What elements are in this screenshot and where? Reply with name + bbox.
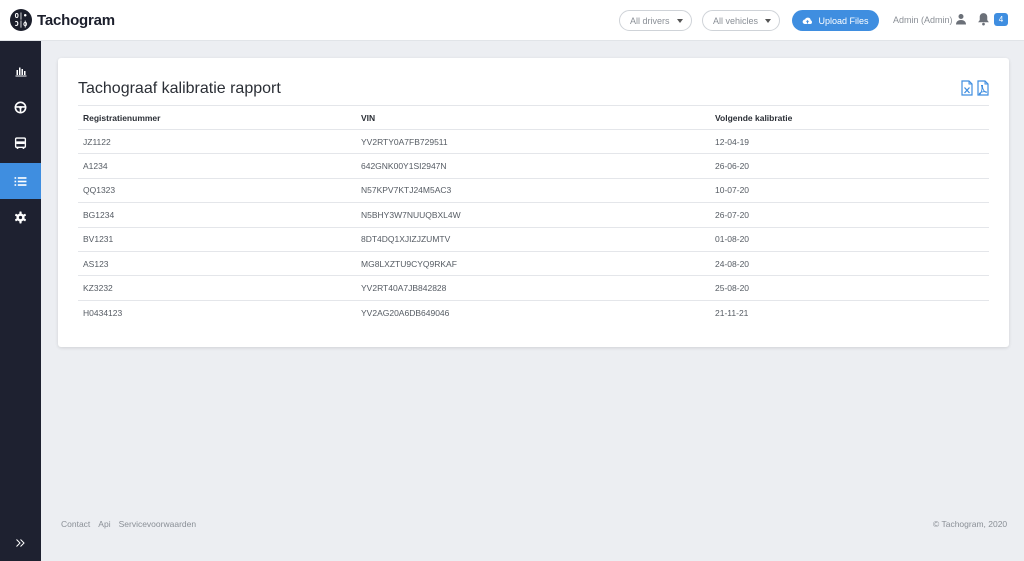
cell-volgende-kalibratie: 24-08-20 xyxy=(710,251,989,277)
cell-vin: 8DT4DQ1XJIZJZUMTV xyxy=(356,227,710,252)
table-header-row: Registratienummer VIN Volgende kalibrati… xyxy=(78,105,989,130)
cell-vin: N57KPV7KTJ24M5AC3 xyxy=(356,178,710,204)
cell-vin: YV2RT40A7JB842828 xyxy=(356,275,710,301)
report-card: Tachograaf kalibratie rapport Registrati… xyxy=(58,58,1009,347)
cell-registratienummer: QQ1323 xyxy=(78,178,356,204)
calibration-table: Registratienummer VIN Volgende kalibrati… xyxy=(78,105,989,325)
cell-volgende-kalibratie: 01-08-20 xyxy=(710,227,989,252)
upload-files-button[interactable]: Upload Files xyxy=(792,10,879,31)
column-header-vin[interactable]: VIN xyxy=(356,105,710,130)
sidebar-item-vehicles[interactable] xyxy=(0,125,41,161)
app-name: Tachogram xyxy=(37,11,115,29)
copyright: © Tachogram, 2020 xyxy=(933,519,1008,529)
cell-volgende-kalibratie: 25-08-20 xyxy=(710,275,989,301)
logo-mark-icon: O|• Ɔ|ф xyxy=(10,9,32,31)
cell-registratienummer: A1234 xyxy=(78,153,356,179)
table-row[interactable]: BV1231 8DT4DQ1XJIZJZUMTV 01-08-20 xyxy=(78,227,989,252)
notification-badge[interactable]: 4 xyxy=(994,13,1008,26)
column-header-registratienummer[interactable]: Registratienummer xyxy=(78,105,356,130)
chevron-down-icon xyxy=(765,18,772,23)
cell-vin: YV2AG20A6DB649046 xyxy=(361,307,450,318)
table-row[interactable]: AS123 MG8LXZTU9CYQ9RKAF 24-08-20 xyxy=(78,251,989,277)
top-bar: O|• Ɔ|ф Tachogram All drivers All vehicl… xyxy=(0,0,1024,41)
export-pdf-icon[interactable] xyxy=(977,80,989,96)
bus-icon xyxy=(14,136,27,149)
export-excel-icon[interactable] xyxy=(961,80,973,96)
drivers-filter-select[interactable]: All drivers xyxy=(619,10,692,31)
cell-vin: N5BHY3W7NUUQBXL4W xyxy=(356,202,710,228)
drivers-filter-label: All drivers xyxy=(630,15,670,26)
cell-volgende-kalibratie: 21-11-21 xyxy=(715,307,749,318)
cell-volgende-kalibratie: 26-06-20 xyxy=(710,153,989,179)
cloud-upload-icon xyxy=(803,17,813,24)
footer-link-contact[interactable]: Contact xyxy=(61,519,90,529)
table-row[interactable]: BG1234 N5BHY3W7NUUQBXL4W 26-07-20 xyxy=(78,202,989,228)
cell-registratienummer: BG1234 xyxy=(78,202,356,228)
user-name[interactable]: Admin (Admin) xyxy=(893,15,953,25)
sidebar-item-drivers[interactable] xyxy=(0,89,41,125)
cell-vin: YV2RTY0A7FB729511 xyxy=(356,129,710,155)
vehicles-filter-label: All vehicles xyxy=(713,15,759,26)
table-row[interactable]: A1234 642GNK00Y1SI2947N 26-06-20 xyxy=(78,153,989,179)
footer-link-api[interactable]: Api xyxy=(98,519,110,529)
cell-registratienummer: KZ3232 xyxy=(78,275,356,301)
table-row[interactable]: KZ3232 YV2RT40A7JB842828 25-08-20 xyxy=(78,275,989,301)
vehicles-filter-select[interactable]: All vehicles xyxy=(702,10,781,31)
cell-registratienummer: AS123 xyxy=(78,251,356,277)
sidebar-expand-button[interactable] xyxy=(0,531,41,555)
cell-registratienummer: H0434123 xyxy=(83,307,123,318)
gear-icon xyxy=(14,211,27,223)
app-logo[interactable]: O|• Ɔ|ф Tachogram xyxy=(10,9,115,31)
table-row[interactable]: QQ1323 N57KPV7KTJ24M5AC3 10-07-20 xyxy=(78,178,989,204)
cell-registratienummer: JZ1122 xyxy=(78,129,356,155)
sidebar-item-reports[interactable] xyxy=(0,163,41,199)
cell-volgende-kalibratie: 12-04-19 xyxy=(710,129,989,155)
double-chevron-right-icon xyxy=(16,539,25,547)
sidebar-item-dashboard[interactable] xyxy=(0,53,41,89)
footer-links: Contact Api Servicevoorwaarden xyxy=(61,519,204,529)
steering-wheel-icon xyxy=(14,101,27,113)
list-icon xyxy=(14,176,27,186)
cell-volgende-kalibratie: 10-07-20 xyxy=(710,178,989,204)
upload-files-label: Upload Files xyxy=(818,15,869,26)
bell-icon[interactable] xyxy=(977,12,990,26)
footer-link-servicevoorwaarden[interactable]: Servicevoorwaarden xyxy=(119,519,196,529)
cell-vin: MG8LXZTU9CYQ9RKAF xyxy=(356,251,710,277)
page-title: Tachograaf kalibratie rapport xyxy=(78,80,281,97)
sidebar-item-settings[interactable] xyxy=(0,199,41,235)
sidebar xyxy=(0,41,41,561)
cell-volgende-kalibratie: 26-07-20 xyxy=(710,202,989,228)
user-icon[interactable] xyxy=(955,13,967,25)
table-row[interactable]: H0434123 YV2AG20A6DB649046 21-11-21 xyxy=(78,300,989,324)
cell-vin: 642GNK00Y1SI2947N xyxy=(356,153,710,179)
bar-chart-icon xyxy=(15,67,26,77)
table-row[interactable]: JZ1122 YV2RTY0A7FB729511 12-04-19 xyxy=(78,129,989,155)
column-header-volgende-kalibratie[interactable]: Volgende kalibratie xyxy=(710,105,989,130)
chevron-down-icon xyxy=(676,18,683,23)
cell-registratienummer: BV1231 xyxy=(78,227,356,252)
